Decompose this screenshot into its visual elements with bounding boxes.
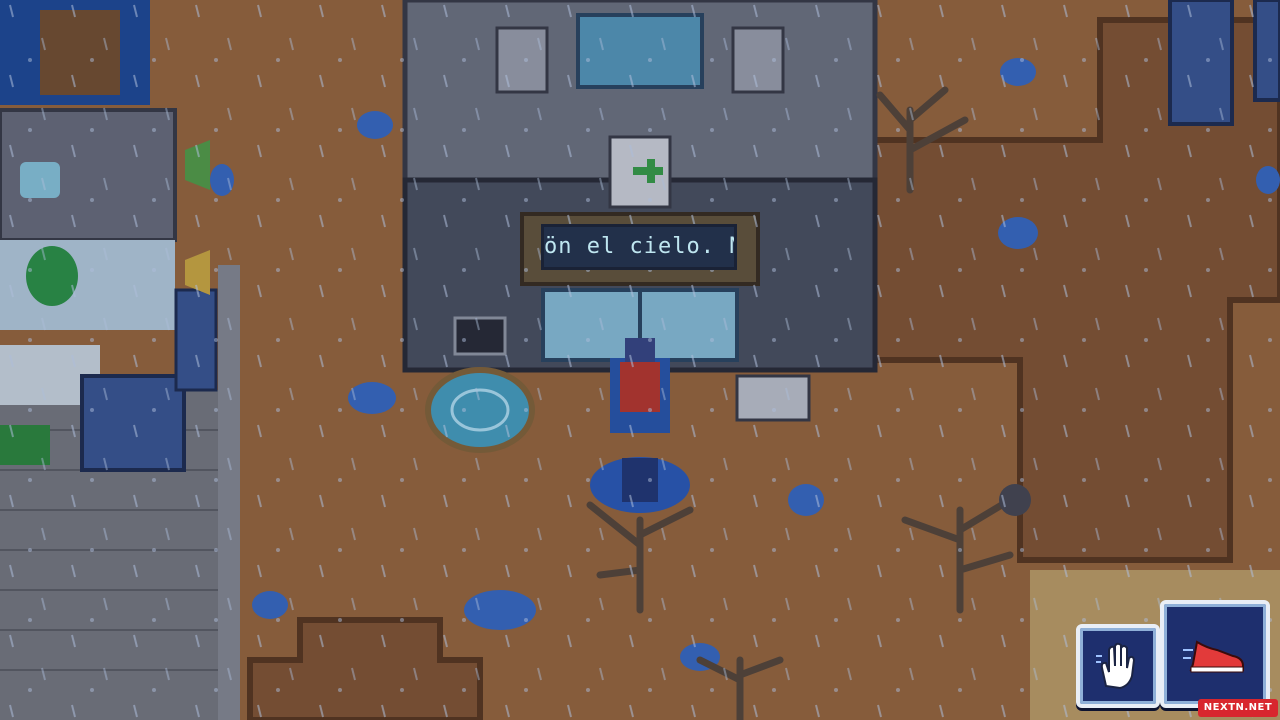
run-button[interactable] [1160,600,1270,708]
hand-icon [1096,642,1136,690]
building-marquee-text: ön el cielo. No ! [541,224,737,270]
sneaker-icon [1183,640,1244,673]
rain-overlay [0,0,1280,720]
watermark: NEXTN.NET [1198,699,1278,717]
game-viewport[interactable]: ön el cielo. No ! NEXTN.NET [0,0,1280,720]
interact-button[interactable] [1076,624,1160,708]
